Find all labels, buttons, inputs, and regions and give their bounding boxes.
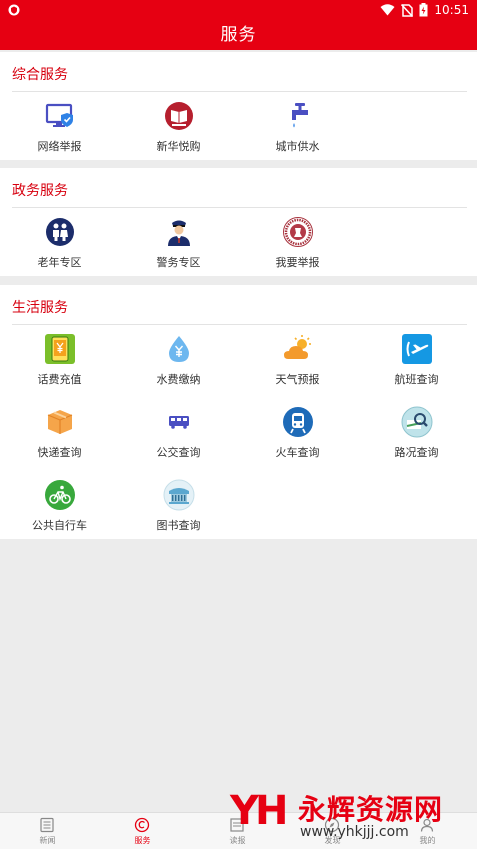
section-title: 综合服务	[12, 67, 68, 83]
title-bar: 服务	[0, 20, 477, 50]
service-item-express[interactable]: 快递查询	[0, 406, 119, 478]
weather-icon	[284, 335, 311, 359]
train-icon	[283, 407, 313, 437]
library-icon	[163, 479, 195, 511]
package-icon	[47, 410, 73, 434]
service-label: 我要举报	[275, 256, 320, 269]
section-header: 综合服务	[12, 52, 467, 92]
service-item-report[interactable]: 我要举报	[238, 216, 357, 288]
water-drop-icon	[169, 336, 189, 362]
flight-icon	[402, 334, 432, 364]
no-sim-icon	[401, 3, 414, 17]
monitor-shield-icon	[45, 103, 73, 127]
police-icon	[168, 220, 190, 246]
service-item-public-bike[interactable]: 公共自行车	[0, 479, 119, 551]
status-time: 10:51	[434, 3, 469, 17]
section-title: 生活服务	[12, 300, 68, 316]
section-header: 政务服务	[12, 168, 467, 208]
service-item-train[interactable]: 火车查询	[238, 406, 357, 478]
status-bar: 10:51	[0, 0, 477, 20]
watermark-logo: YH	[230, 788, 288, 834]
elderly-icon	[46, 218, 74, 246]
watermark: YH 永辉资源网 www.yhkjjj.com	[230, 784, 477, 846]
service-label: 路况查询	[394, 446, 439, 459]
bicycle-icon	[45, 480, 75, 510]
report-seal-icon	[283, 217, 313, 247]
service-item-phone-recharge[interactable]: 话费充值	[0, 333, 119, 405]
service-label: 话费充值	[37, 373, 82, 386]
service-label: 图书查询	[156, 519, 201, 532]
service-label: 公交查询	[156, 446, 201, 459]
service-item-library[interactable]: 图书查询	[119, 479, 238, 551]
service-label: 城市供水	[275, 140, 320, 153]
service-label: 网络举报	[37, 140, 82, 153]
service-item-water-fee[interactable]: 水费缴纳	[119, 333, 238, 405]
section-life: 生活服务 话费充值 水费缴纳 天气预报 航班查询 快递查询 公交查询 火车查询 …	[0, 285, 477, 539]
service-label: 警务专区	[156, 256, 201, 269]
tab-news[interactable]: 新闻	[0, 813, 95, 849]
section-header: 生活服务	[12, 285, 467, 325]
service-icon	[134, 817, 150, 833]
service-item-bus[interactable]: 公交查询	[119, 406, 238, 478]
phone-recharge-icon	[45, 334, 75, 364]
bus-icon	[169, 416, 189, 429]
news-icon	[40, 817, 54, 833]
service-item-city-water[interactable]: 城市供水	[238, 100, 357, 172]
service-label: 航班查询	[394, 373, 439, 386]
service-label: 火车查询	[275, 446, 320, 459]
page-title: 服务	[220, 25, 257, 45]
tab-label: 服务	[134, 836, 151, 845]
service-item-network-report[interactable]: 网络举报	[0, 100, 119, 172]
service-item-elderly[interactable]: 老年专区	[0, 216, 119, 288]
tab-service[interactable]: 服务	[95, 813, 190, 849]
service-label: 老年专区	[37, 256, 82, 269]
service-item-flight[interactable]: 航班查询	[357, 333, 476, 405]
battery-icon	[419, 3, 428, 17]
xinhua-shop-icon	[165, 102, 193, 130]
app-notification-icon	[8, 4, 20, 16]
service-label: 新华悦购	[156, 140, 201, 153]
faucet-icon	[292, 103, 308, 128]
section-government: 政务服务 老年专区 警务专区 我要举报	[0, 168, 477, 276]
service-item-police[interactable]: 警务专区	[119, 216, 238, 288]
service-item-traffic[interactable]: 路况查询	[357, 406, 476, 478]
section-comprehensive: 综合服务 网络举报 新华悦购 城市供水	[0, 52, 477, 160]
service-label: 公共自行车	[32, 519, 87, 532]
section-title: 政务服务	[12, 183, 68, 199]
service-item-weather[interactable]: 天气预报	[238, 333, 357, 405]
tab-label: 新闻	[39, 836, 56, 845]
service-label: 快递查询	[37, 446, 82, 459]
service-label: 天气预报	[275, 373, 320, 386]
watermark-title: 永辉资源网	[298, 793, 444, 826]
watermark-url: www.yhkjjj.com	[300, 824, 409, 840]
service-item-xinhua-shop[interactable]: 新华悦购	[119, 100, 238, 172]
wifi-icon	[380, 4, 395, 16]
road-search-icon	[401, 406, 433, 438]
service-label: 水费缴纳	[156, 373, 201, 386]
